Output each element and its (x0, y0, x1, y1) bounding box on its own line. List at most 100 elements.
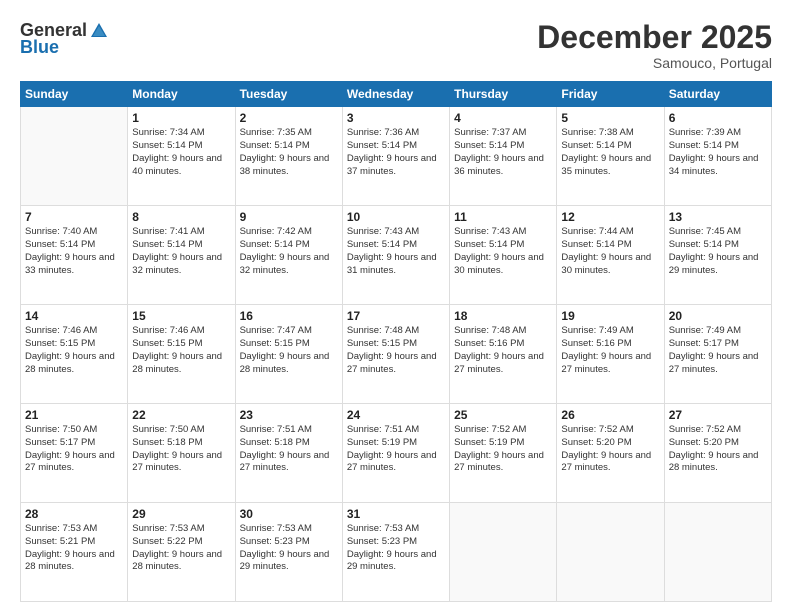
logo-icon (89, 21, 109, 41)
month-title: December 2025 (537, 20, 772, 55)
table-row: 10 Sunrise: 7:43 AMSunset: 5:14 PMDaylig… (342, 206, 449, 305)
page: General Blue December 2025 Samouco, Port… (0, 0, 792, 612)
table-row: 15 Sunrise: 7:46 AMSunset: 5:15 PMDaylig… (128, 305, 235, 404)
table-row: 31 Sunrise: 7:53 AMSunset: 5:23 PMDaylig… (342, 503, 449, 602)
day-info: Sunrise: 7:37 AMSunset: 5:14 PMDaylight:… (454, 127, 544, 176)
calendar-week-row: 21 Sunrise: 7:50 AMSunset: 5:17 PMDaylig… (21, 404, 772, 503)
col-wednesday: Wednesday (342, 82, 449, 107)
day-number: 23 (240, 408, 338, 422)
table-row: 14 Sunrise: 7:46 AMSunset: 5:15 PMDaylig… (21, 305, 128, 404)
table-row: 29 Sunrise: 7:53 AMSunset: 5:22 PMDaylig… (128, 503, 235, 602)
col-thursday: Thursday (450, 82, 557, 107)
day-info: Sunrise: 7:50 AMSunset: 5:17 PMDaylight:… (25, 424, 115, 473)
table-row (21, 107, 128, 206)
col-friday: Friday (557, 82, 664, 107)
calendar-table: Sunday Monday Tuesday Wednesday Thursday… (20, 81, 772, 602)
calendar-week-row: 1 Sunrise: 7:34 AMSunset: 5:14 PMDayligh… (21, 107, 772, 206)
table-row: 22 Sunrise: 7:50 AMSunset: 5:18 PMDaylig… (128, 404, 235, 503)
table-row: 27 Sunrise: 7:52 AMSunset: 5:20 PMDaylig… (664, 404, 771, 503)
table-row: 25 Sunrise: 7:52 AMSunset: 5:19 PMDaylig… (450, 404, 557, 503)
day-info: Sunrise: 7:46 AMSunset: 5:15 PMDaylight:… (132, 325, 222, 374)
table-row: 28 Sunrise: 7:53 AMSunset: 5:21 PMDaylig… (21, 503, 128, 602)
table-row: 6 Sunrise: 7:39 AMSunset: 5:14 PMDayligh… (664, 107, 771, 206)
table-row: 13 Sunrise: 7:45 AMSunset: 5:14 PMDaylig… (664, 206, 771, 305)
table-row: 1 Sunrise: 7:34 AMSunset: 5:14 PMDayligh… (128, 107, 235, 206)
day-number: 25 (454, 408, 552, 422)
day-info: Sunrise: 7:38 AMSunset: 5:14 PMDaylight:… (561, 127, 651, 176)
day-info: Sunrise: 7:44 AMSunset: 5:14 PMDaylight:… (561, 226, 651, 275)
day-info: Sunrise: 7:43 AMSunset: 5:14 PMDaylight:… (454, 226, 544, 275)
day-info: Sunrise: 7:49 AMSunset: 5:16 PMDaylight:… (561, 325, 651, 374)
subtitle: Samouco, Portugal (537, 55, 772, 71)
day-info: Sunrise: 7:50 AMSunset: 5:18 PMDaylight:… (132, 424, 222, 473)
day-info: Sunrise: 7:53 AMSunset: 5:22 PMDaylight:… (132, 523, 222, 572)
day-info: Sunrise: 7:49 AMSunset: 5:17 PMDaylight:… (669, 325, 759, 374)
day-number: 24 (347, 408, 445, 422)
day-number: 7 (25, 210, 123, 224)
title-area: December 2025 Samouco, Portugal (537, 20, 772, 71)
day-info: Sunrise: 7:45 AMSunset: 5:14 PMDaylight:… (669, 226, 759, 275)
table-row: 4 Sunrise: 7:37 AMSunset: 5:14 PMDayligh… (450, 107, 557, 206)
day-number: 30 (240, 507, 338, 521)
day-number: 26 (561, 408, 659, 422)
day-number: 29 (132, 507, 230, 521)
table-row (450, 503, 557, 602)
day-number: 11 (454, 210, 552, 224)
table-row (664, 503, 771, 602)
day-number: 10 (347, 210, 445, 224)
table-row: 18 Sunrise: 7:48 AMSunset: 5:16 PMDaylig… (450, 305, 557, 404)
calendar-header-row: Sunday Monday Tuesday Wednesday Thursday… (21, 82, 772, 107)
logo: General Blue (20, 20, 109, 58)
day-number: 1 (132, 111, 230, 125)
day-number: 12 (561, 210, 659, 224)
table-row: 17 Sunrise: 7:48 AMSunset: 5:15 PMDaylig… (342, 305, 449, 404)
day-number: 18 (454, 309, 552, 323)
day-info: Sunrise: 7:46 AMSunset: 5:15 PMDaylight:… (25, 325, 115, 374)
day-info: Sunrise: 7:48 AMSunset: 5:16 PMDaylight:… (454, 325, 544, 374)
day-info: Sunrise: 7:52 AMSunset: 5:19 PMDaylight:… (454, 424, 544, 473)
table-row: 23 Sunrise: 7:51 AMSunset: 5:18 PMDaylig… (235, 404, 342, 503)
day-info: Sunrise: 7:52 AMSunset: 5:20 PMDaylight:… (561, 424, 651, 473)
table-row: 11 Sunrise: 7:43 AMSunset: 5:14 PMDaylig… (450, 206, 557, 305)
table-row: 30 Sunrise: 7:53 AMSunset: 5:23 PMDaylig… (235, 503, 342, 602)
day-info: Sunrise: 7:39 AMSunset: 5:14 PMDaylight:… (669, 127, 759, 176)
day-number: 21 (25, 408, 123, 422)
table-row: 9 Sunrise: 7:42 AMSunset: 5:14 PMDayligh… (235, 206, 342, 305)
day-number: 4 (454, 111, 552, 125)
day-info: Sunrise: 7:52 AMSunset: 5:20 PMDaylight:… (669, 424, 759, 473)
day-info: Sunrise: 7:48 AMSunset: 5:15 PMDaylight:… (347, 325, 437, 374)
col-tuesday: Tuesday (235, 82, 342, 107)
col-saturday: Saturday (664, 82, 771, 107)
day-number: 8 (132, 210, 230, 224)
day-number: 31 (347, 507, 445, 521)
day-info: Sunrise: 7:41 AMSunset: 5:14 PMDaylight:… (132, 226, 222, 275)
table-row: 3 Sunrise: 7:36 AMSunset: 5:14 PMDayligh… (342, 107, 449, 206)
header: General Blue December 2025 Samouco, Port… (20, 20, 772, 71)
day-info: Sunrise: 7:53 AMSunset: 5:21 PMDaylight:… (25, 523, 115, 572)
day-number: 13 (669, 210, 767, 224)
day-number: 9 (240, 210, 338, 224)
table-row: 5 Sunrise: 7:38 AMSunset: 5:14 PMDayligh… (557, 107, 664, 206)
day-info: Sunrise: 7:51 AMSunset: 5:18 PMDaylight:… (240, 424, 330, 473)
day-info: Sunrise: 7:43 AMSunset: 5:14 PMDaylight:… (347, 226, 437, 275)
day-number: 15 (132, 309, 230, 323)
day-number: 17 (347, 309, 445, 323)
day-info: Sunrise: 7:35 AMSunset: 5:14 PMDaylight:… (240, 127, 330, 176)
day-info: Sunrise: 7:51 AMSunset: 5:19 PMDaylight:… (347, 424, 437, 473)
day-info: Sunrise: 7:53 AMSunset: 5:23 PMDaylight:… (240, 523, 330, 572)
col-sunday: Sunday (21, 82, 128, 107)
day-number: 6 (669, 111, 767, 125)
day-number: 22 (132, 408, 230, 422)
table-row: 8 Sunrise: 7:41 AMSunset: 5:14 PMDayligh… (128, 206, 235, 305)
day-number: 14 (25, 309, 123, 323)
day-info: Sunrise: 7:40 AMSunset: 5:14 PMDaylight:… (25, 226, 115, 275)
day-number: 19 (561, 309, 659, 323)
day-info: Sunrise: 7:36 AMSunset: 5:14 PMDaylight:… (347, 127, 437, 176)
day-number: 2 (240, 111, 338, 125)
table-row: 12 Sunrise: 7:44 AMSunset: 5:14 PMDaylig… (557, 206, 664, 305)
day-number: 28 (25, 507, 123, 521)
calendar-week-row: 14 Sunrise: 7:46 AMSunset: 5:15 PMDaylig… (21, 305, 772, 404)
table-row: 20 Sunrise: 7:49 AMSunset: 5:17 PMDaylig… (664, 305, 771, 404)
table-row: 24 Sunrise: 7:51 AMSunset: 5:19 PMDaylig… (342, 404, 449, 503)
day-number: 5 (561, 111, 659, 125)
